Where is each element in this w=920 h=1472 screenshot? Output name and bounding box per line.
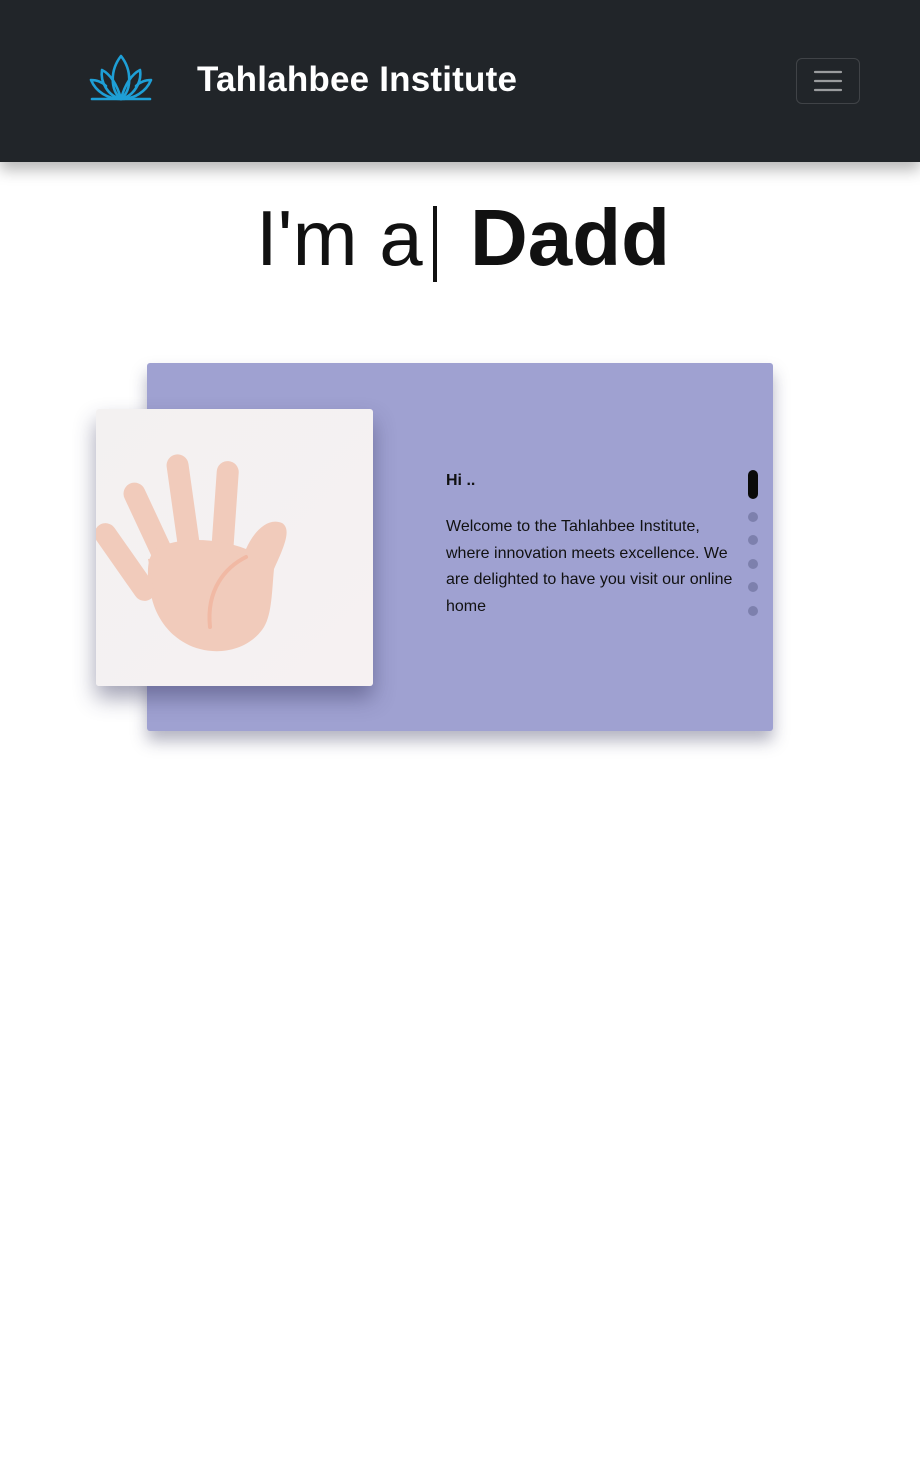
slider-dot[interactable]	[748, 559, 758, 569]
brand-name[interactable]: Tahlahbee Institute	[197, 60, 517, 100]
slider-dot[interactable]	[748, 512, 758, 522]
typed-word: Dadd	[470, 193, 666, 282]
waving-hand-icon	[96, 454, 287, 652]
card-welcome-text: Welcome to the Tahlahbee Institute, wher…	[446, 518, 733, 615]
navbar: Tahlahbee Institute	[0, 0, 920, 162]
slider-dot[interactable]	[748, 606, 758, 616]
navbar-toggler-button[interactable]	[796, 58, 860, 104]
typed-word-container: Dadd	[470, 190, 666, 290]
card-greeting: Hi ..	[446, 472, 476, 489]
typed-prefix: I'm a	[256, 194, 423, 282]
typing-cursor	[433, 206, 437, 282]
slider-pagination	[747, 470, 761, 620]
slider-dot[interactable]	[748, 582, 758, 592]
slider-dot[interactable]	[748, 535, 758, 545]
slider-dot-active[interactable]	[748, 470, 758, 499]
card-image	[96, 409, 373, 686]
lotus-icon[interactable]	[88, 52, 154, 104]
typed-headline: I'm a Dadd	[0, 190, 920, 290]
hamburger-menu-icon	[813, 70, 843, 92]
